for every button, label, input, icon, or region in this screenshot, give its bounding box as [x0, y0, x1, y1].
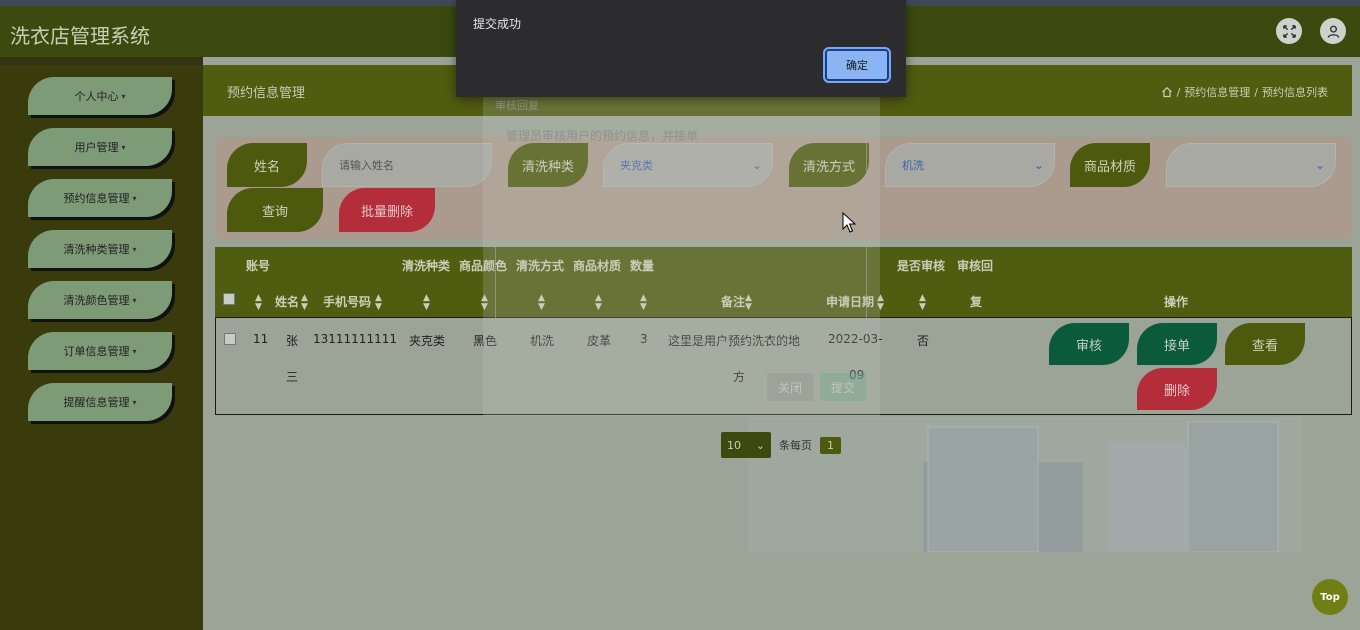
- dialog-close-button[interactable]: 关闭: [767, 373, 813, 401]
- cell-account: 11: [253, 332, 269, 346]
- page-size-select[interactable]: 10 ⌄: [721, 432, 771, 458]
- user-button[interactable]: [1320, 18, 1346, 44]
- col-header-phone[interactable]: 手机号码: [323, 293, 371, 310]
- sidebar-item-wash-colors[interactable]: 清洗颜色管理 ▾: [28, 281, 172, 319]
- name-search-input[interactable]: 请输入姓名: [322, 143, 492, 187]
- accept-order-button[interactable]: 接单: [1137, 323, 1217, 365]
- alert-message: 提交成功: [473, 17, 522, 31]
- fullscreen-button[interactable]: [1276, 18, 1302, 44]
- dialog-submit-button[interactable]: 提交: [820, 373, 866, 401]
- sort-icon[interactable]: ▲ ▼: [919, 294, 926, 312]
- chevron-down-icon: ▾: [121, 91, 126, 101]
- review-button[interactable]: 审核: [1049, 323, 1129, 365]
- sidebar-item-personal-center[interactable]: 个人中心 ▾: [28, 77, 172, 115]
- col-header-reply: 审核回: [957, 259, 994, 273]
- alert-confirm-button[interactable]: 确定: [825, 49, 889, 81]
- review-reply-textarea[interactable]: 管理员审核用户的预约信息，并接单: [495, 116, 867, 341]
- chevron-down-icon: ▾: [132, 193, 137, 203]
- sidebar: 个人中心 ▾ 用户管理 ▾ 预约信息管理 ▾ 清洗种类管理 ▾ 清洗颜色管理 ▾ 订单信息…: [0, 57, 203, 630]
- col-header-category: 清洗种类: [402, 259, 451, 273]
- sidebar-item-appointments[interactable]: 预约信息管理 ▾: [28, 179, 172, 217]
- sidebar-item-label: 用户管理: [74, 141, 119, 154]
- col-header-name[interactable]: 姓名: [275, 293, 299, 310]
- chevron-down-icon: ⌄: [1314, 158, 1325, 172]
- name-label: 姓名: [227, 143, 307, 187]
- row-checkbox[interactable]: [224, 333, 236, 345]
- sidebar-item-orders[interactable]: 订单信息管理 ▾: [28, 332, 172, 370]
- chevron-down-icon: ▾: [132, 244, 137, 254]
- chevron-down-icon: ⌄: [755, 438, 765, 452]
- cell-name-cont: 三: [286, 370, 299, 384]
- breadcrumb-item[interactable]: 预约信息管理: [1184, 84, 1250, 100]
- sidebar-item-label: 预约信息管理: [63, 192, 130, 205]
- col-header-reviewed: 是否审核: [897, 259, 946, 273]
- breadcrumb-separator: /: [1176, 85, 1181, 99]
- method-select[interactable]: 机洗 ⌄: [885, 143, 1055, 187]
- sidebar-item-label: 订单信息管理: [63, 345, 130, 358]
- material-label: 商品材质: [1070, 143, 1150, 187]
- col-header-account: 账号: [246, 259, 271, 273]
- material-select[interactable]: ⌄: [1166, 143, 1336, 187]
- sort-icon[interactable]: ▲ ▼: [301, 294, 308, 312]
- app-title: 洗衣店管理系统: [10, 24, 150, 48]
- breadcrumb: / 预约信息管理 / 预约信息列表: [1161, 84, 1328, 100]
- chevron-down-icon: ▾: [132, 397, 137, 407]
- query-button[interactable]: 查询: [227, 188, 323, 232]
- sidebar-item-label: 提醒信息管理: [63, 396, 130, 409]
- page-number-current[interactable]: 1: [820, 436, 841, 454]
- home-icon[interactable]: [1161, 86, 1173, 98]
- method-select-value: 机洗: [902, 159, 924, 172]
- sidebar-item-wash-categories[interactable]: 清洗种类管理 ▾: [28, 230, 172, 268]
- batch-delete-button[interactable]: 批量删除: [339, 188, 435, 232]
- select-all-checkbox[interactable]: [223, 293, 235, 305]
- mouse-cursor-icon: [842, 212, 856, 233]
- sort-icon[interactable]: ▲ ▼: [255, 294, 262, 312]
- page-size-label: 条每页: [779, 439, 812, 452]
- sidebar-item-user-management[interactable]: 用户管理 ▾: [28, 128, 172, 166]
- review-dialog-title: 审核回复: [495, 99, 539, 112]
- sidebar-item-reminders[interactable]: 提醒信息管理 ▾: [28, 383, 172, 421]
- view-button[interactable]: 查看: [1225, 323, 1305, 365]
- breadcrumb-separator: /: [1254, 85, 1258, 99]
- cell-name: 张: [286, 334, 299, 348]
- sidebar-item-label: 清洗颜色管理: [63, 294, 130, 307]
- chevron-down-icon: ⌄: [1033, 158, 1044, 172]
- col-header-reply-cont: 复: [970, 295, 983, 309]
- col-header-actions: 操作: [1164, 295, 1189, 309]
- breadcrumb-item: 预约信息列表: [1262, 86, 1328, 99]
- sort-icon[interactable]: ▲ ▼: [375, 294, 382, 312]
- pagination: 10 ⌄ 条每页 1: [721, 432, 841, 458]
- user-icon: [1327, 25, 1339, 38]
- page-title: 预约信息管理: [227, 86, 306, 101]
- chevron-down-icon: ▾: [132, 295, 137, 305]
- back-to-top-button[interactable]: Top: [1312, 579, 1348, 615]
- sort-icon[interactable]: ▲ ▼: [423, 294, 430, 312]
- page-size-value: 10: [727, 438, 741, 452]
- alert-dialog: 提交成功 确定: [456, 0, 906, 97]
- review-reply-dialog: 审核回复 管理员审核用户的预约信息，并接单 关闭 提交: [483, 92, 880, 416]
- delete-button[interactable]: 删除: [1137, 368, 1217, 410]
- chevron-down-icon: ▾: [121, 142, 126, 152]
- cell-category: 夹克类: [409, 334, 446, 348]
- chevron-down-icon: ▾: [132, 346, 137, 356]
- sidebar-item-label: 个人中心: [74, 90, 119, 103]
- cell-reviewed: 否: [917, 334, 930, 348]
- cell-phone: 13111111111: [313, 332, 397, 346]
- sidebar-item-label: 清洗种类管理: [63, 243, 130, 256]
- fullscreen-icon: [1282, 24, 1296, 38]
